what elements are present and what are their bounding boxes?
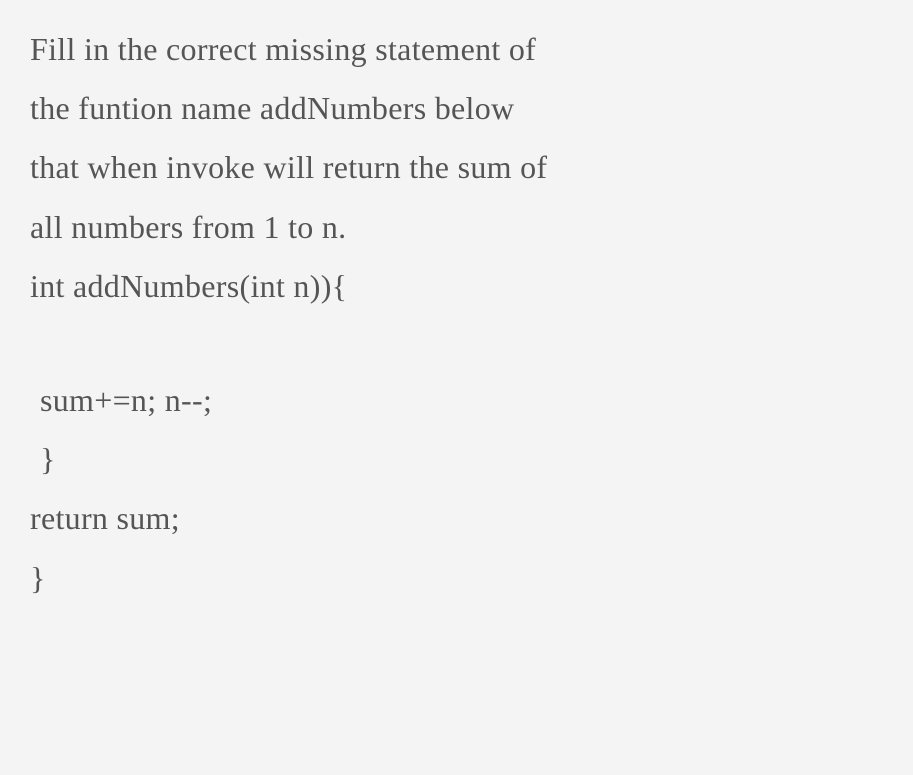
question-line-1: Fill in the correct missing statement of: [30, 20, 883, 79]
code-line-1: sum+=n; n--;: [30, 371, 883, 430]
question-line-5: int addNumbers(int n)){: [30, 257, 883, 316]
question-line-2: the funtion name addNumbers below: [30, 79, 883, 138]
blank-gap: [30, 316, 883, 371]
question-line-4: all numbers from 1 to n.: [30, 198, 883, 257]
code-line-3: return sum;: [30, 489, 883, 548]
code-line-4: }: [30, 549, 883, 608]
question-line-3: that when invoke will return the sum of: [30, 138, 883, 197]
code-line-2: }: [30, 430, 883, 489]
